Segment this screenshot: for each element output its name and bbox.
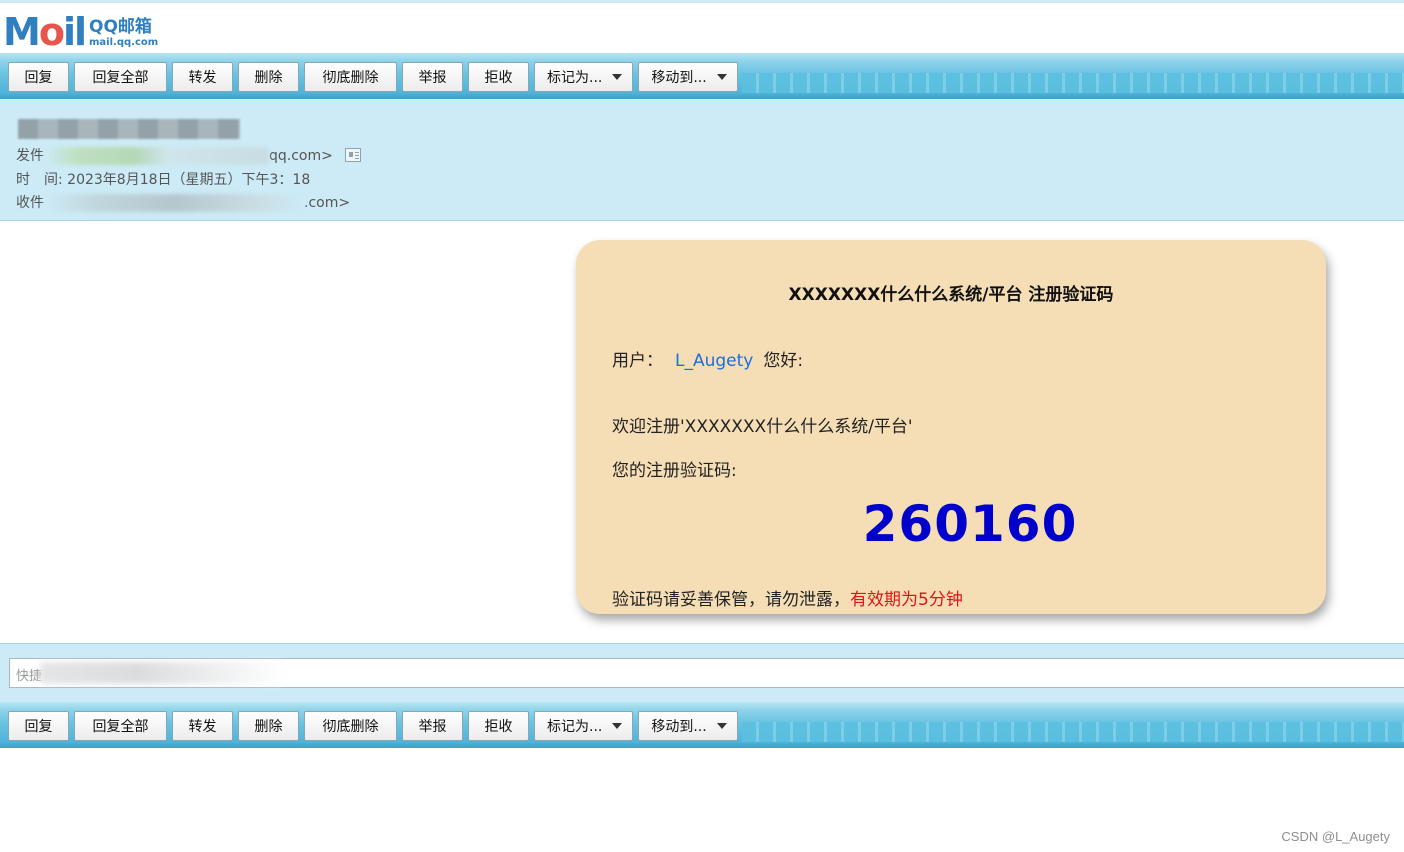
from-label: 发件: [16, 148, 44, 164]
reply-all-button[interactable]: 回复全部: [74, 711, 167, 741]
validity-text: 有效期为5分钟: [850, 590, 963, 610]
logo-text: QQ邮箱 mail.qq.com: [89, 19, 158, 51]
report-button[interactable]: 举报: [402, 711, 463, 741]
time-row: 时 间: 2023年8月18日（星期五）下午3：18: [16, 169, 310, 189]
forward-button[interactable]: 转发: [172, 711, 233, 741]
mark-as-dropdown[interactable]: 标记为...: [534, 711, 634, 741]
move-to-dropdown[interactable]: 移动到...: [638, 711, 738, 741]
logo-name: QQ邮箱: [89, 17, 152, 37]
quick-reply-placeholder: 快捷: [16, 669, 43, 684]
contact-card-icon[interactable]: [344, 148, 361, 162]
bottom-toolbar: 回复 回复全部 转发 删除 彻底删除 举报 拒收 标记为... 移动到...: [0, 702, 1404, 748]
reply-all-button[interactable]: 回复全部: [74, 62, 167, 92]
verification-code: 260160: [862, 495, 1078, 553]
from-address-suffix[interactable]: qq.com>: [269, 148, 333, 164]
to-label: 收件: [16, 195, 44, 211]
mark-as-label: 标记为...: [547, 719, 603, 735]
greeting-line: 用户： L_Augety 您好:: [612, 346, 803, 371]
notice-line: 验证码请妥善保管，请勿泄露，有效期为5分钟: [612, 585, 963, 610]
from-redacted: [44, 147, 269, 165]
delete-button[interactable]: 删除: [238, 62, 299, 92]
mark-as-label: 标记为...: [547, 70, 603, 86]
code-label: 您的注册验证码:: [612, 461, 737, 481]
delete-permanently-button[interactable]: 彻底删除: [304, 711, 397, 741]
top-toolbar: 回复 回复全部 转发 删除 彻底删除 举报 拒收 标记为... 移动到...: [0, 53, 1404, 99]
qqmail-logo[interactable]: Moil QQ邮箱 mail.qq.com: [3, 11, 158, 51]
chevron-down-icon: [716, 74, 727, 80]
time-label: 时 间:: [16, 172, 63, 188]
chevron-down-icon: [612, 723, 623, 729]
move-to-label: 移动到...: [651, 70, 707, 86]
email-title: XXXXXXX什么什么系统/平台 注册验证码: [788, 285, 1114, 305]
welcome-line: 欢迎注册'XXXXXXX什么什么系统/平台': [612, 417, 913, 437]
greeting: 您好:: [763, 351, 804, 371]
subject-redacted: [18, 119, 240, 139]
chevron-down-icon: [716, 723, 727, 729]
logo-domain: mail.qq.com: [89, 37, 159, 48]
logo-mark-il: il: [62, 10, 87, 54]
toolbar-buttons: 回复 回复全部 转发 删除 彻底删除 举报 拒收 标记为... 移动到...: [8, 711, 738, 741]
mail-header: 发件 qq.com> 时 间: 2023年8月18日（星期五）下午3：18 收件.…: [0, 99, 1404, 221]
forward-button[interactable]: 转发: [172, 62, 233, 92]
logo-mark-m: M: [3, 10, 41, 54]
user-label: 用户：: [612, 351, 663, 371]
toolbar-buttons: 回复 回复全部 转发 删除 彻底删除 举报 拒收 标记为... 移动到...: [8, 62, 738, 92]
from-row: 发件 qq.com>: [16, 145, 361, 165]
time-value: 2023年8月18日（星期五）下午3：18: [67, 172, 311, 188]
reply-button[interactable]: 回复: [8, 711, 69, 741]
to-redacted: [44, 194, 304, 212]
verification-email-card: XXXXXXX什么什么系统/平台 注册验证码 用户： L_Augety 您好: 欢迎…: [576, 240, 1326, 614]
move-to-dropdown[interactable]: 移动到...: [638, 62, 738, 92]
quick-reply-input[interactable]: 快捷: [9, 658, 1404, 688]
reject-button[interactable]: 拒收: [468, 62, 529, 92]
logo-mark-o: o: [38, 10, 65, 54]
delete-permanently-button[interactable]: 彻底删除: [304, 62, 397, 92]
logo-bar: Moil QQ邮箱 mail.qq.com: [0, 3, 1404, 53]
delete-button[interactable]: 删除: [238, 711, 299, 741]
to-row: 收件 .com>: [16, 192, 350, 212]
notice-text: 验证码请妥善保管，请勿泄露，: [612, 590, 850, 610]
mark-as-dropdown[interactable]: 标记为...: [534, 62, 634, 92]
reject-button[interactable]: 拒收: [468, 711, 529, 741]
report-button[interactable]: 举报: [402, 62, 463, 92]
quick-reply-redacted: [40, 662, 285, 684]
username: L_Augety: [675, 351, 754, 371]
logo-mark: Moil: [3, 10, 87, 54]
move-to-label: 移动到...: [651, 719, 707, 735]
quick-reply-band: 快捷: [0, 643, 1404, 702]
chevron-down-icon: [612, 74, 623, 80]
reply-button[interactable]: 回复: [8, 62, 69, 92]
to-address-suffix[interactable]: .com>: [304, 195, 350, 211]
csdn-watermark: CSDN @L_Augety: [1281, 829, 1390, 844]
